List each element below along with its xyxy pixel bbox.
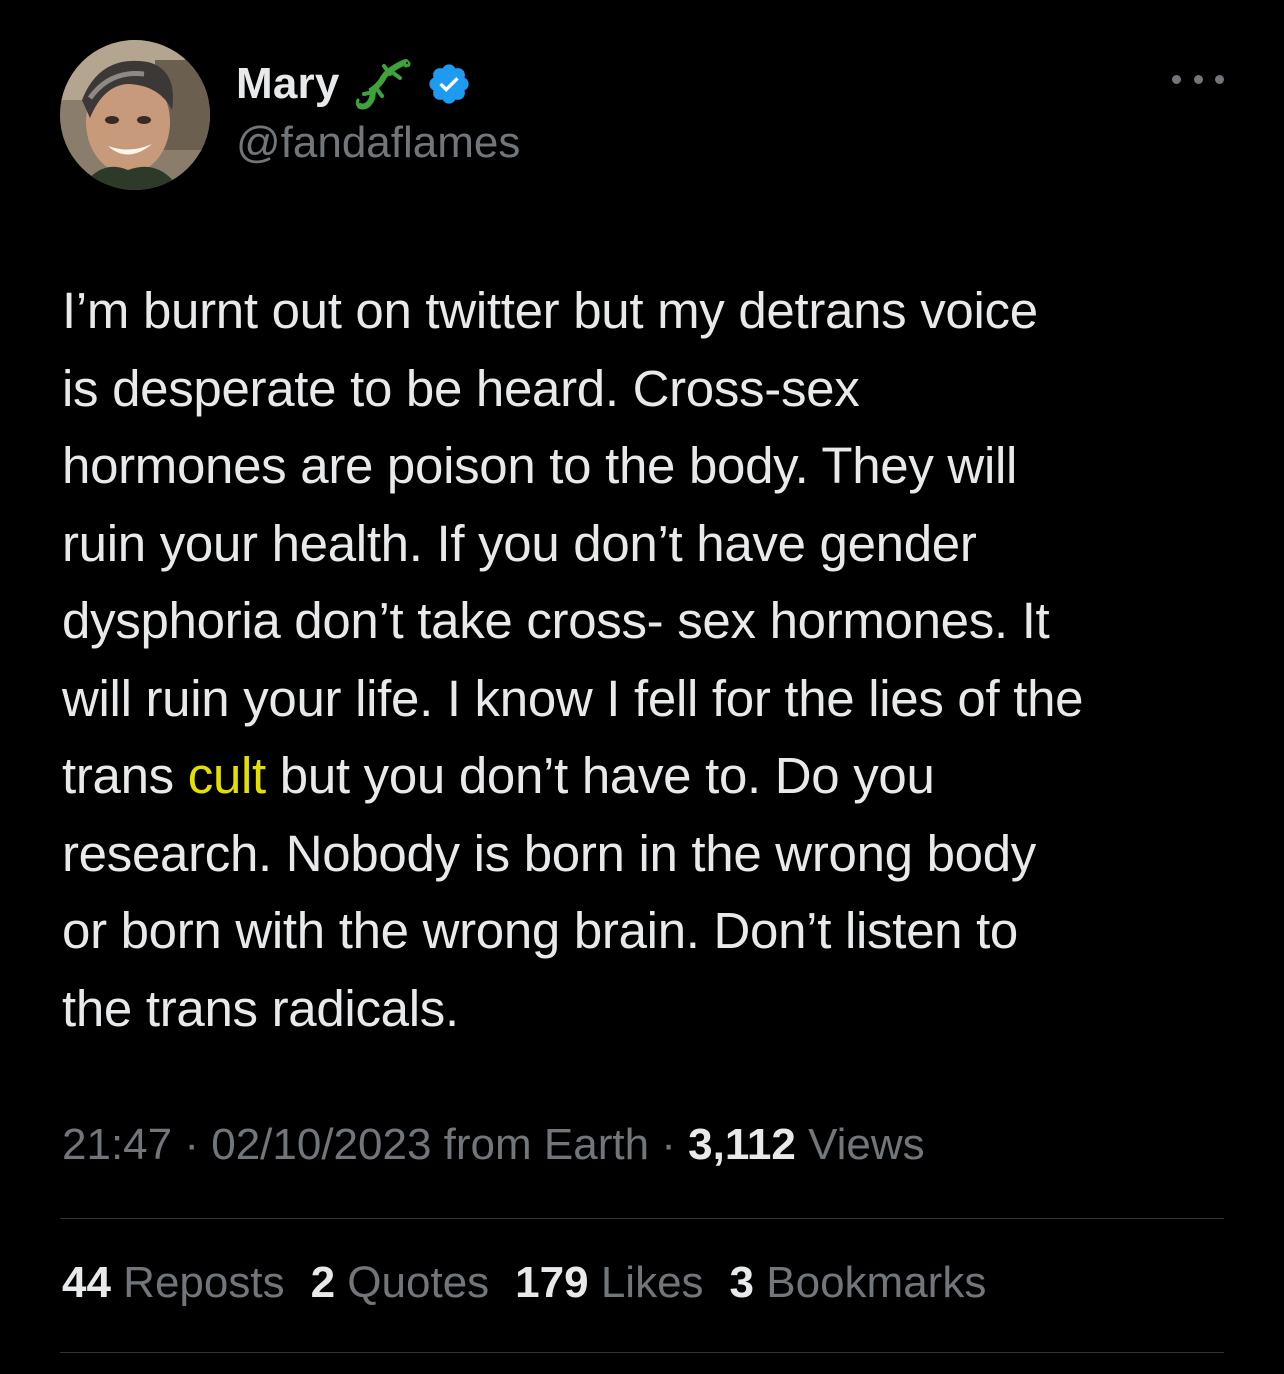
- quotes-stat[interactable]: 2 Quotes: [311, 1258, 490, 1308]
- stat-label: Quotes: [335, 1258, 490, 1307]
- divider: [60, 1218, 1224, 1219]
- stat-count: 44: [62, 1258, 111, 1307]
- tweet-time[interactable]: 21:47: [62, 1120, 172, 1169]
- tweet-meta: 21:47 · 02/10/2023 from Earth · 3,112 Vi…: [62, 1120, 925, 1170]
- more-dot-icon: [1215, 74, 1224, 84]
- stat-count: 179: [515, 1258, 589, 1307]
- views-label: Views: [795, 1120, 925, 1169]
- tweet-text-part: I’m burnt out on twitter but my detrans …: [62, 282, 1084, 804]
- verified-badge-icon[interactable]: [426, 61, 472, 107]
- views-count: 3,112: [688, 1120, 796, 1169]
- author-name-row[interactable]: Mary: [236, 56, 472, 112]
- meta-separator: ·: [172, 1120, 212, 1169]
- tweet-detail: Mary @fandaflames I’m burnt out on twitt…: [0, 0, 1284, 1374]
- stat-count: 3: [729, 1258, 755, 1307]
- avatar-image: [60, 40, 210, 190]
- stat-label: Likes: [588, 1258, 704, 1307]
- more-dot-icon: [1193, 74, 1203, 84]
- divider: [60, 1352, 1224, 1353]
- meta-separator: ·: [649, 1120, 689, 1169]
- avatar[interactable]: [60, 40, 210, 190]
- more-options-button[interactable]: [1172, 64, 1224, 94]
- tweet-text: I’m burnt out on twitter but my detrans …: [62, 272, 1242, 1047]
- reposts-stat[interactable]: 44 Reposts: [62, 1258, 285, 1308]
- stat-count: 2: [310, 1258, 336, 1307]
- author-handle[interactable]: @fandaflames: [236, 118, 520, 168]
- more-dot-icon: [1172, 74, 1181, 84]
- stat-label: Bookmarks: [754, 1258, 987, 1307]
- stat-label: Reposts: [110, 1258, 285, 1307]
- author-display-name[interactable]: Mary: [236, 59, 340, 109]
- likes-stat[interactable]: 179 Likes: [515, 1258, 703, 1308]
- lizard-icon: [352, 56, 414, 112]
- bookmarks-stat[interactable]: 3 Bookmarks: [730, 1258, 987, 1308]
- engagement-stats: 44 Reposts 2 Quotes 179 Likes 3 Bookmark…: [62, 1258, 986, 1308]
- highlighted-link[interactable]: cult: [188, 747, 266, 804]
- tweet-source: from Earth: [431, 1120, 650, 1169]
- tweet-date[interactable]: 02/10/2023: [211, 1120, 431, 1169]
